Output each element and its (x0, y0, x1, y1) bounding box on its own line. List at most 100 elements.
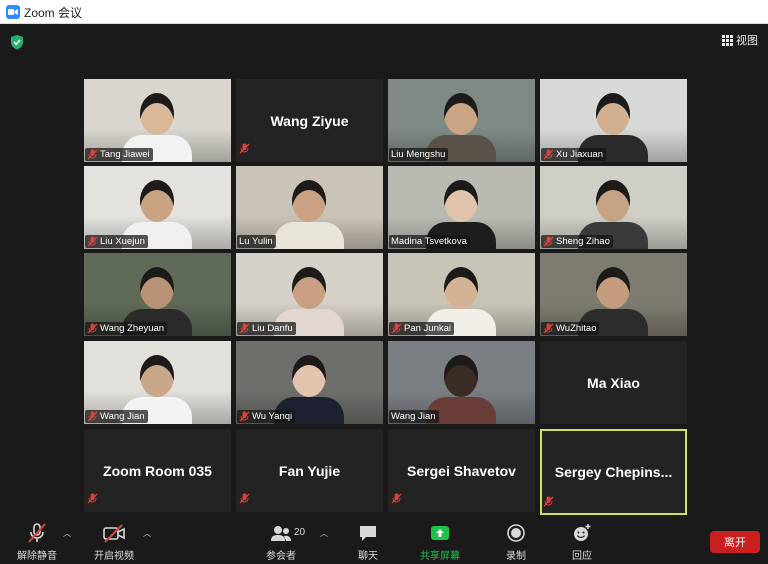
microphone-muted-icon (239, 323, 250, 334)
participant-name-label: Xu Jiaxuan (541, 148, 607, 161)
share-screen-button[interactable]: 共享屏幕 (420, 522, 460, 562)
participant-name-label: Tang Jiawei (85, 148, 153, 161)
microphone-muted-icon (391, 493, 402, 504)
participant-tile[interactable]: Xu Jiaxuan (540, 79, 687, 162)
participant-name: Zoom Room 035 (103, 462, 212, 479)
participant-name-label: Madina Tsvetkova (389, 235, 470, 248)
participant-name: Xu Jiaxuan (556, 149, 604, 160)
encryption-shield-icon[interactable] (10, 34, 24, 55)
view-label: 视图 (736, 35, 758, 47)
chat-label: 聊天 (358, 551, 378, 562)
participant-name: Wang Jian (100, 411, 145, 422)
participant-tile[interactable]: Sheng Zihao (540, 166, 687, 249)
share-screen-icon (431, 526, 449, 540)
participant-tile[interactable]: Sergey Chepins... (540, 429, 687, 515)
participant-name-label: Wang Jian (389, 410, 439, 423)
participant-tile[interactable]: Wang Ziyue (236, 79, 383, 162)
leave-button[interactable]: 离开 (710, 531, 760, 553)
record-label: 录制 (506, 551, 526, 562)
participant-tile[interactable]: Madina Tsvetkova (388, 166, 535, 249)
participant-tile[interactable]: Ma Xiao (540, 341, 687, 424)
microphone-muted-icon (543, 323, 554, 334)
view-button[interactable]: 视图 (722, 32, 758, 48)
video-gallery: Tang Jiawei Wang Ziyue Liu Mengshu Xu Jiaxu… (84, 79, 687, 515)
participant-name: Sheng Zihao (556, 236, 610, 247)
microphone-muted-icon (543, 236, 554, 247)
participant-name: Pan Junkai (404, 323, 452, 334)
participants-button[interactable]: 参会者 (266, 522, 296, 562)
microphone-muted-icon (87, 411, 98, 422)
reaction-smiley-icon (574, 524, 591, 541)
grid-view-icon (722, 34, 733, 46)
audio-options-chevron-icon[interactable]: ︿ (63, 528, 71, 539)
participant-name: Wang Ziyue (270, 112, 349, 129)
share-screen-label: 共享屏幕 (420, 551, 460, 562)
video-options-chevron-icon[interactable]: ︿ (143, 528, 151, 539)
participant-name-label: Liu Mengshu (389, 148, 449, 161)
participant-head (444, 355, 478, 397)
participant-mute-status (87, 491, 98, 509)
participant-name-label: Wu Yanqi (237, 410, 296, 423)
participant-tile[interactable]: Zoom Room 035 (84, 429, 231, 512)
reactions-button[interactable]: 回应 (571, 522, 593, 562)
participant-name: Liu Mengshu (391, 149, 446, 160)
record-button[interactable]: 录制 (505, 522, 527, 562)
microphone-muted-icon (87, 493, 98, 504)
participant-tile[interactable]: Fan Yujie (236, 429, 383, 512)
participant-tile[interactable]: Wang Jian (388, 341, 535, 424)
participant-tile[interactable]: Liu Danfu (236, 253, 383, 336)
participant-mute-status (239, 491, 250, 509)
participant-tile[interactable]: Wu Yanqi (236, 341, 383, 424)
participant-head (444, 93, 478, 135)
participant-name: Tang Jiawei (100, 149, 150, 160)
participant-head (140, 355, 174, 397)
participant-name-label: Wang Zheyuan (85, 322, 168, 335)
participants-count: 20 (294, 527, 306, 538)
microphone-muted-icon (87, 323, 98, 334)
chat-button[interactable]: 聊天 (357, 522, 379, 562)
participant-tile[interactable]: Liu Mengshu (388, 79, 535, 162)
microphone-muted-icon (87, 149, 98, 160)
start-video-button[interactable]: 开启视频 (94, 522, 134, 562)
microphone-muted-icon (543, 496, 554, 507)
participant-head (444, 267, 478, 309)
participant-name-label: Liu Danfu (237, 322, 296, 335)
participant-head (140, 180, 174, 222)
participant-name-label: Pan Junkai (389, 322, 455, 335)
participant-name-label: Sheng Zihao (541, 235, 613, 248)
participant-name: Liu Xuejun (100, 236, 145, 247)
microphone-muted-icon (28, 523, 46, 543)
microphone-muted-icon (239, 411, 250, 422)
participant-tile[interactable]: Wang Jian (84, 341, 231, 424)
unmute-button[interactable]: 解除静音 (17, 522, 57, 562)
window-title: Zoom 会议 (24, 6, 83, 20)
participant-tile[interactable]: Pan Junkai (388, 253, 535, 336)
participant-name: Ma Xiao (587, 374, 640, 391)
microphone-muted-icon (239, 493, 250, 504)
participant-name: Sergei Shavetov (407, 462, 516, 479)
participant-name-label: Lu Yulin (237, 235, 276, 248)
participant-head (292, 180, 326, 222)
participant-name: Madina Tsvetkova (391, 236, 467, 247)
participant-head (444, 180, 478, 222)
title-bar: Zoom 会议 (0, 0, 768, 24)
participant-tile[interactable]: Tang Jiawei (84, 79, 231, 162)
participant-name: Wang Zheyuan (100, 323, 165, 334)
participant-body (274, 222, 344, 249)
participant-tile[interactable]: Sergei Shavetov (388, 429, 535, 512)
participant-name: Liu Danfu (252, 323, 293, 334)
microphone-muted-icon (239, 143, 250, 154)
participant-tile[interactable]: Lu Yulin (236, 166, 383, 249)
meeting-toolbar: 解除静音 ︿ 开启视频 ︿ 参会者 20 ︿ 聊天 共享屏幕 录制 回应 离开 (0, 518, 768, 564)
reactions-label: 回应 (572, 551, 592, 562)
participant-mute-status (239, 141, 250, 159)
participant-name: Sergey Chepins... (554, 464, 673, 480)
participant-tile[interactable]: Wang Zheyuan (84, 253, 231, 336)
participant-tile[interactable]: Liu Xuejun (84, 166, 231, 249)
participants-options-chevron-icon[interactable]: ︿ (320, 528, 328, 539)
participant-head (596, 267, 630, 309)
microphone-muted-icon (87, 236, 98, 247)
record-icon (507, 524, 525, 542)
participant-tile[interactable]: WuZhitao (540, 253, 687, 336)
participant-mute-status (391, 491, 402, 509)
